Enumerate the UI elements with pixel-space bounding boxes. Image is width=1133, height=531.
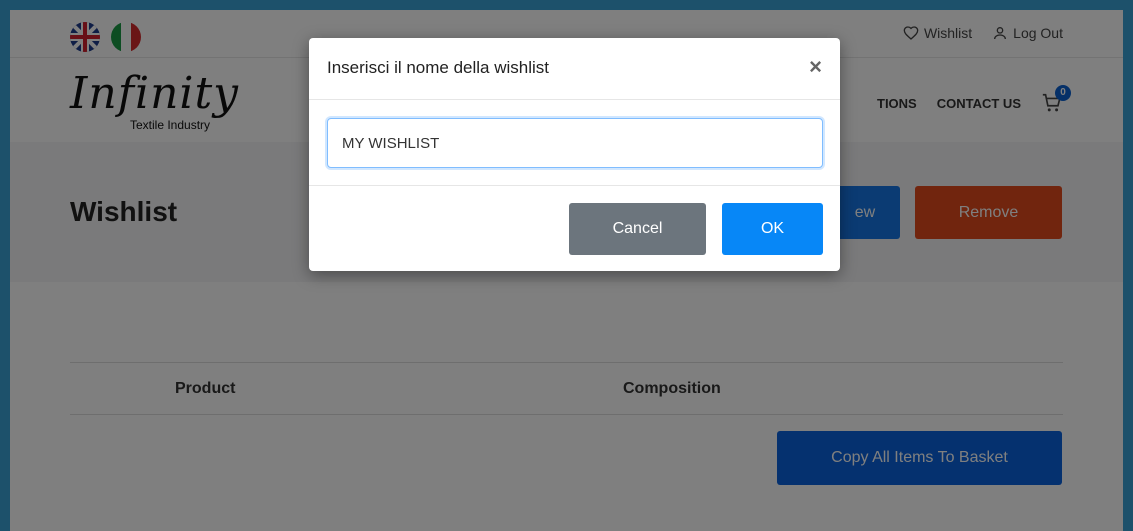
- dialog-footer: Cancel OK: [309, 185, 840, 271]
- dialog-header: Inserisci il nome della wishlist ×: [309, 38, 840, 100]
- ok-button[interactable]: OK: [722, 203, 823, 255]
- cancel-button[interactable]: Cancel: [569, 203, 706, 255]
- close-icon[interactable]: ×: [809, 54, 822, 80]
- wishlist-name-dialog: Inserisci il nome della wishlist × Cance…: [309, 38, 840, 271]
- wishlist-name-input[interactable]: [327, 118, 823, 168]
- modal-backdrop[interactable]: Inserisci il nome della wishlist × Cance…: [0, 0, 1133, 531]
- dialog-title: Inserisci il nome della wishlist: [327, 58, 550, 77]
